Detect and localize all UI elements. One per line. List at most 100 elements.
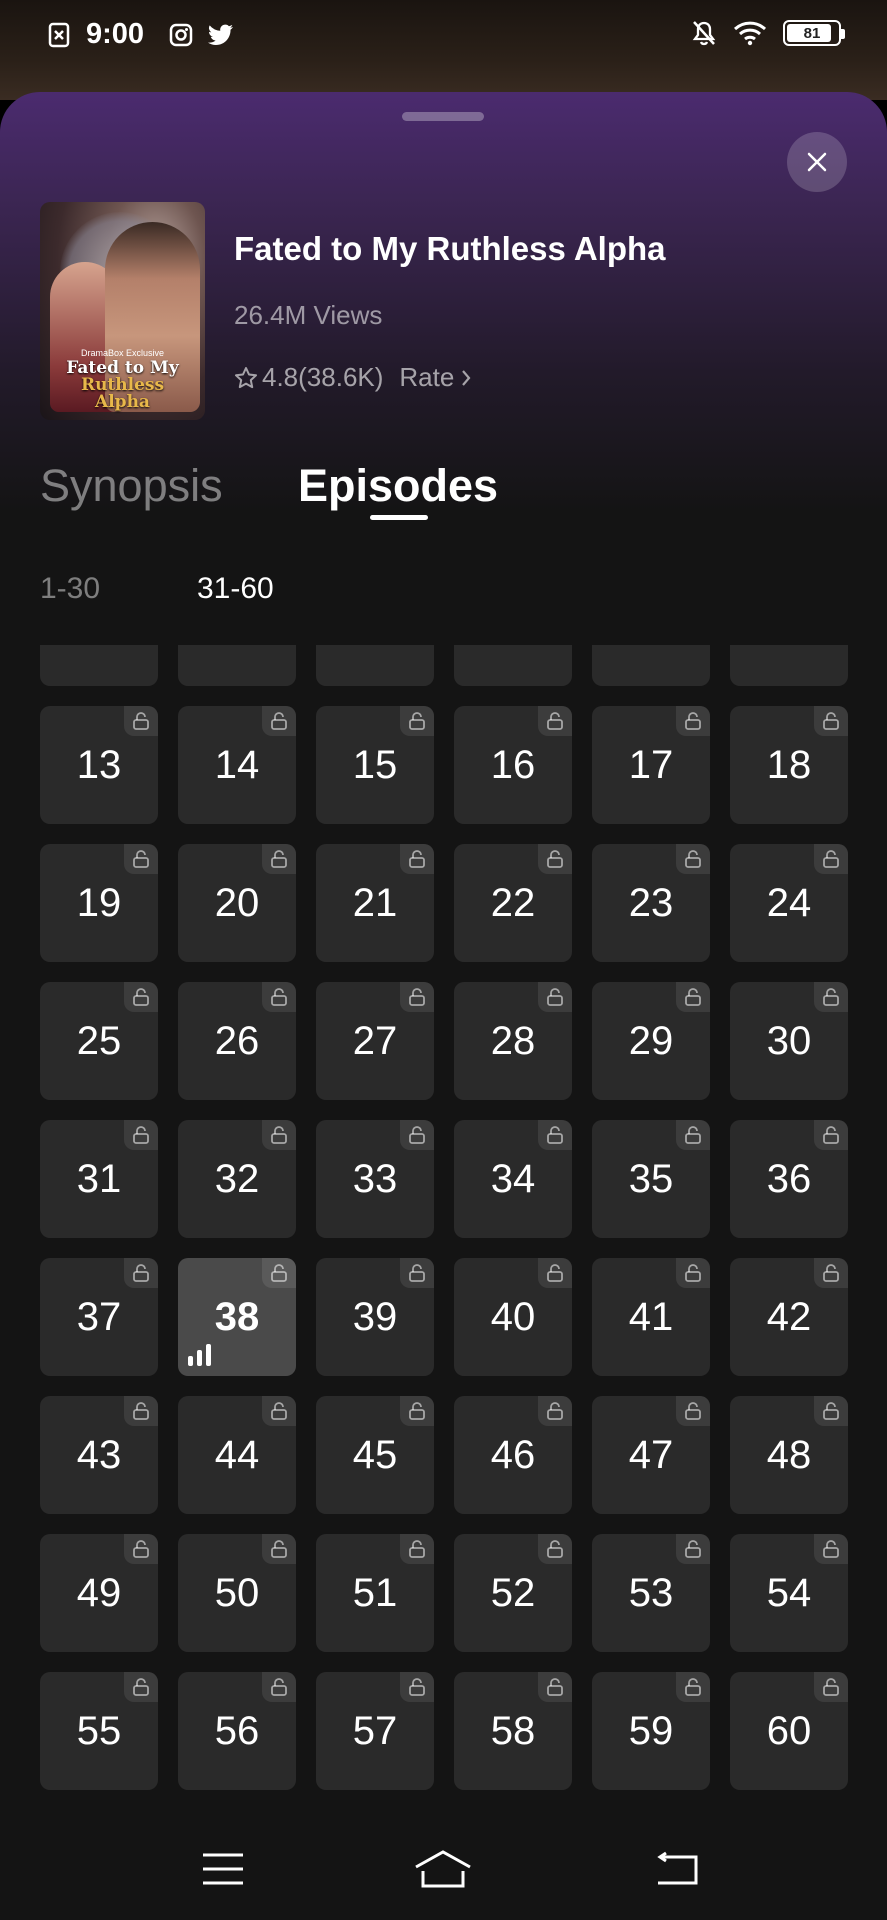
episode-cell[interactable]: 51 — [316, 1534, 434, 1652]
tab-episodes[interactable]: Episodes — [298, 460, 498, 512]
episode-cell[interactable]: 37 — [40, 1258, 158, 1376]
view-count: 26.4M Views — [234, 300, 383, 330]
episode-number: 33 — [352, 1156, 398, 1201]
close-icon — [807, 152, 827, 172]
episode-cell[interactable]: 30 — [730, 982, 848, 1100]
episode-number: 41 — [628, 1294, 674, 1339]
episode-cell[interactable]: 29 — [592, 982, 710, 1100]
back-icon — [657, 1851, 698, 1885]
episode-cell[interactable]: 15 — [316, 706, 434, 824]
episode-cell[interactable]: 42 — [730, 1258, 848, 1376]
episode-cell[interactable]: 53 — [592, 1534, 710, 1652]
range-tab-31-60[interactable]: 31-60 — [197, 572, 274, 606]
episode-cell[interactable]: 35 — [592, 1120, 710, 1238]
episode-cell[interactable]: 47 — [592, 1396, 710, 1514]
episode-cell[interactable]: 7 — [40, 645, 158, 686]
episode-cell[interactable]: 21 — [316, 844, 434, 962]
instagram-icon — [168, 22, 194, 48]
episode-cell[interactable]: 24 — [730, 844, 848, 962]
episode-cell[interactable]: 50 — [178, 1534, 296, 1652]
menu-button[interactable] — [193, 1847, 253, 1891]
lock-icon — [538, 1672, 572, 1702]
episode-cell[interactable]: 27 — [316, 982, 434, 1100]
lock-icon — [400, 1396, 434, 1426]
status-bar: 9:00 81 — [0, 0, 887, 100]
episode-cell[interactable]: 32 — [178, 1120, 296, 1238]
episode-number: 7 — [88, 645, 110, 650]
episode-number: 51 — [352, 1570, 398, 1615]
episode-cell[interactable]: 55 — [40, 1672, 158, 1790]
lock-icon — [400, 706, 434, 736]
episode-cell[interactable]: 33 — [316, 1120, 434, 1238]
episode-number: 15 — [352, 742, 398, 787]
episode-number: 32 — [214, 1156, 260, 1201]
episode-cell[interactable]: 22 — [454, 844, 572, 962]
episode-cell[interactable]: 49 — [40, 1534, 158, 1652]
episode-cell[interactable]: 59 — [592, 1672, 710, 1790]
episode-number: 9 — [364, 645, 386, 650]
episode-cell[interactable]: 36 — [730, 1120, 848, 1238]
episode-number: 26 — [214, 1018, 260, 1063]
episode-number: 24 — [766, 880, 812, 925]
lock-icon — [124, 1258, 158, 1288]
episode-cell[interactable]: 9 — [316, 645, 434, 686]
episode-cell[interactable]: 52 — [454, 1534, 572, 1652]
episode-cell[interactable]: 34 — [454, 1120, 572, 1238]
lock-icon — [814, 1120, 848, 1150]
episode-cell[interactable]: 18 — [730, 706, 848, 824]
lock-icon — [262, 844, 296, 874]
episode-cell[interactable]: 17 — [592, 706, 710, 824]
episode-cell[interactable]: 31 — [40, 1120, 158, 1238]
episode-cell[interactable]: 45 — [316, 1396, 434, 1514]
episode-number: 27 — [352, 1018, 398, 1063]
episode-cell[interactable]: 20 — [178, 844, 296, 962]
episode-cell[interactable]: 46 — [454, 1396, 572, 1514]
home-button[interactable] — [413, 1847, 473, 1891]
status-bar-left: 9:00 — [46, 18, 234, 51]
episode-cell[interactable]: 19 — [40, 844, 158, 962]
episode-cell[interactable]: 54 — [730, 1534, 848, 1652]
episode-cell[interactable]: 23 — [592, 844, 710, 962]
episode-cell[interactable]: 28 — [454, 982, 572, 1100]
episode-cell[interactable]: 44 — [178, 1396, 296, 1514]
episode-cell[interactable]: 12 — [730, 645, 848, 686]
star-icon — [234, 366, 258, 390]
episode-cell[interactable]: 13 — [40, 706, 158, 824]
episode-cell[interactable]: 48 — [730, 1396, 848, 1514]
close-button[interactable] — [787, 132, 847, 192]
episode-cell[interactable]: 26 — [178, 982, 296, 1100]
episode-cell[interactable]: 39 — [316, 1258, 434, 1376]
lock-icon — [676, 1258, 710, 1288]
episode-cell[interactable]: 11 — [592, 645, 710, 686]
lock-icon — [400, 1672, 434, 1702]
back-button[interactable] — [646, 1847, 706, 1891]
episode-grid-viewport[interactable]: 7 8 9 10 11 12 13 14 15 16 17 18 19 20 21 22 23 24 25 26 27 2… — [0, 645, 887, 1817]
episode-number: 35 — [628, 1156, 674, 1201]
rate-link[interactable]: Rate — [399, 362, 472, 393]
lock-icon — [676, 1672, 710, 1702]
episode-cell[interactable]: 40 — [454, 1258, 572, 1376]
episode-cell[interactable]: 25 — [40, 982, 158, 1100]
sheet-drag-handle[interactable] — [402, 112, 484, 121]
lock-icon — [262, 1120, 296, 1150]
lock-icon — [814, 1396, 848, 1426]
episode-cell[interactable]: 14 — [178, 706, 296, 824]
episode-cell[interactable]: 10 — [454, 645, 572, 686]
tab-synopsis[interactable]: Synopsis — [40, 460, 223, 512]
lock-icon — [538, 706, 572, 736]
episode-cell[interactable]: 56 — [178, 1672, 296, 1790]
episode-cell[interactable]: 41 — [592, 1258, 710, 1376]
episode-cell[interactable]: 58 — [454, 1672, 572, 1790]
episode-cell[interactable]: 57 — [316, 1672, 434, 1790]
episode-cell[interactable]: 43 — [40, 1396, 158, 1514]
episode-cell[interactable]: 60 — [730, 1672, 848, 1790]
episode-cell[interactable]: 8 — [178, 645, 296, 686]
lock-icon — [814, 1534, 848, 1564]
episode-number: 18 — [766, 742, 812, 787]
episode-cell-current[interactable]: 38 — [178, 1258, 296, 1376]
range-tab-1-30[interactable]: 1-30 — [40, 572, 100, 606]
episode-number: 20 — [214, 880, 260, 925]
episode-number: 38 — [214, 1294, 260, 1339]
episode-number: 36 — [766, 1156, 812, 1201]
episode-cell[interactable]: 16 — [454, 706, 572, 824]
